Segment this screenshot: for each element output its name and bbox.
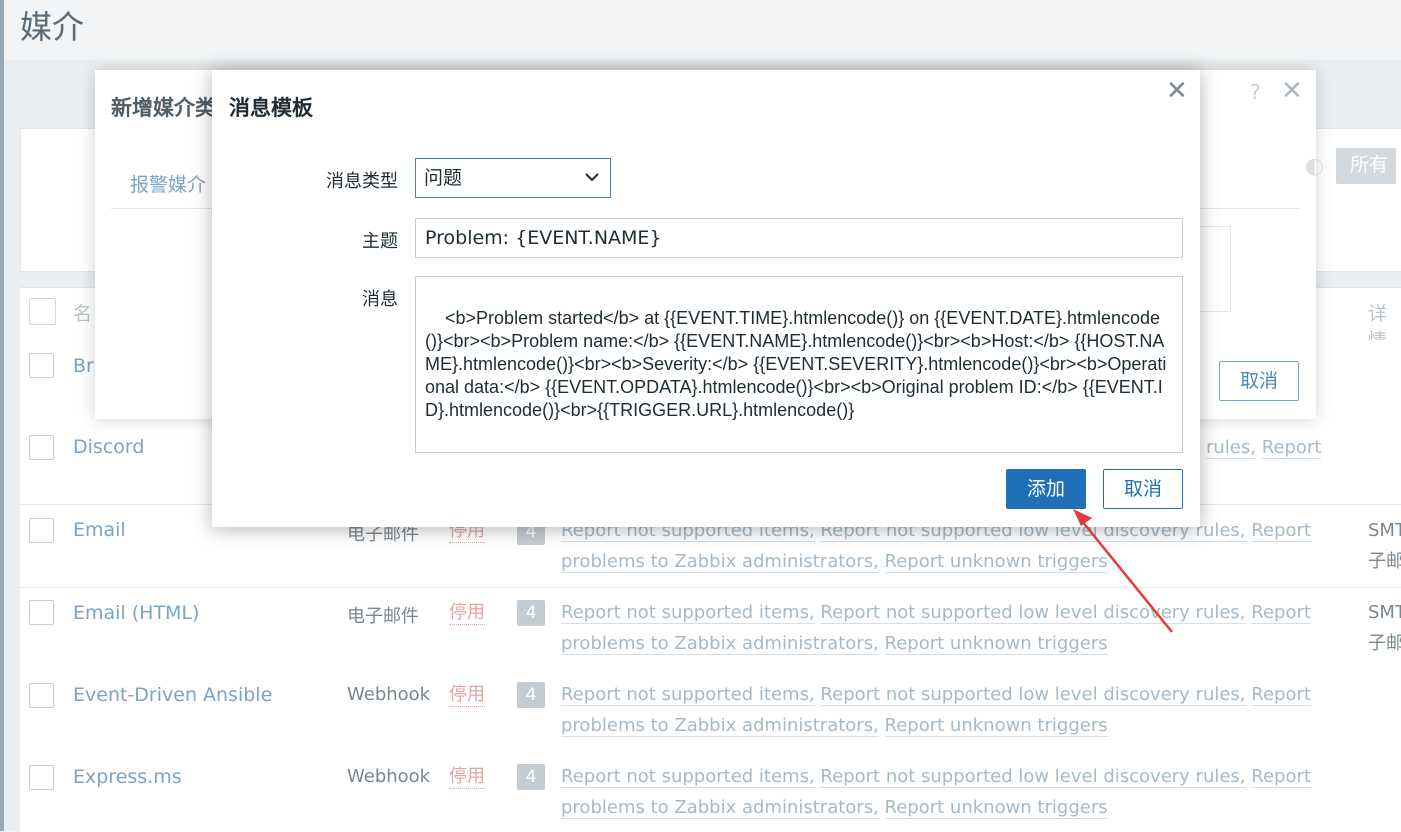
add-button[interactable]: 添加 — [1006, 469, 1086, 509]
chevron-down-icon — [584, 159, 600, 211]
action-link[interactable]: Report not supported low level discovery… — [820, 766, 1246, 788]
action-link[interactable]: Report — [1251, 520, 1311, 542]
action-link[interactable]: rules, — [1206, 437, 1256, 459]
row-status-link[interactable]: 停用 — [449, 684, 485, 707]
row-name-link[interactable]: Br — [73, 355, 94, 377]
row-detail-line: 子邮 — [1368, 551, 1401, 572]
row-detail-line: 子邮 — [1368, 633, 1401, 654]
row-action-count: 4 — [517, 682, 545, 708]
row-name-link[interactable]: Discord — [73, 436, 144, 458]
row-name-link[interactable]: Email (HTML) — [73, 602, 199, 624]
close-icon[interactable]: ✕ — [1281, 76, 1303, 106]
message-label: 消息 — [362, 289, 398, 310]
action-link[interactable]: Report — [1251, 684, 1311, 706]
subject-label: 主题 — [362, 231, 398, 252]
row-checkbox[interactable] — [29, 353, 54, 378]
row-action-count: 4 — [517, 764, 545, 790]
help-icon[interactable]: ? — [1250, 80, 1261, 104]
action-link[interactable]: Report unknown triggers — [884, 797, 1108, 819]
page-title: 媒介 — [20, 8, 85, 46]
column-header-name[interactable]: 名 — [73, 299, 92, 326]
action-link[interactable]: problems to Zabbix administrators, — [561, 633, 879, 655]
row-actions: Report not supported items, Report not s… — [561, 597, 1321, 659]
row-checkbox[interactable] — [29, 765, 54, 790]
new-media-type-dialog-title: 新增媒介类 — [111, 96, 216, 120]
action-link[interactable]: Report unknown triggers — [884, 715, 1108, 737]
row-actions: Report not supported items, Report not s… — [561, 761, 1321, 823]
action-link[interactable]: Report — [1251, 602, 1311, 624]
action-link[interactable]: problems to Zabbix administrators, — [561, 551, 879, 573]
row-detail: SMT 子邮 — [1368, 597, 1401, 659]
row-checkbox[interactable] — [29, 435, 54, 460]
row-detail-line: SMT — [1368, 520, 1401, 541]
row-status-link[interactable]: 停用 — [449, 766, 485, 789]
table-row: Event-Driven Ansible Webhook 停用 4 Report… — [20, 670, 1401, 753]
tab-media-type[interactable]: 报警媒介 — [130, 170, 206, 197]
message-type-label: 消息类型 — [326, 171, 398, 192]
row-checkbox[interactable] — [29, 683, 54, 708]
subject-input[interactable]: Problem: {EVENT.NAME} — [415, 218, 1183, 258]
row-status-link[interactable]: 停用 — [449, 602, 485, 625]
action-link[interactable]: problems to Zabbix administrators, — [561, 797, 879, 819]
row-detail: SMT 子邮 — [1368, 515, 1401, 577]
close-icon[interactable]: ✕ — [1166, 76, 1188, 106]
action-link[interactable]: Report — [1251, 766, 1311, 788]
radio-toggle-icon[interactable]: ◐ — [1305, 154, 1324, 179]
action-link[interactable]: Report not supported items, — [561, 684, 815, 706]
message-type-select[interactable]: 问题 — [415, 158, 611, 198]
row-actions: Report not supported items, Report not s… — [561, 679, 1321, 741]
select-all-checkbox[interactable] — [29, 298, 56, 325]
row-name-link[interactable]: Express.ms — [73, 766, 182, 788]
row-checkbox[interactable] — [29, 600, 54, 625]
message-text: <b>Problem started</b> at {{EVENT.TIME}.… — [425, 308, 1167, 420]
action-link[interactable]: problems to Zabbix administrators, — [561, 715, 879, 737]
back-dialog-cancel-button[interactable]: 取消 — [1219, 361, 1299, 401]
table-row: Express.ms Webhook 停用 4 Report not suppo… — [20, 752, 1401, 831]
row-type: Webhook — [347, 766, 431, 787]
table-row: Email (HTML) 电子邮件 停用 4 Report not suppor… — [20, 588, 1401, 671]
action-link[interactable]: Report unknown triggers — [884, 633, 1108, 655]
action-link[interactable]: Report — [1261, 437, 1322, 459]
row-type: Webhook — [347, 684, 431, 705]
row-type: 电子邮件 — [347, 606, 419, 627]
action-link[interactable]: Report not supported items, — [561, 602, 815, 624]
action-link[interactable]: Report not supported low level discovery… — [820, 684, 1246, 706]
row-checkbox[interactable] — [29, 518, 54, 543]
action-link[interactable]: Report not supported low level discovery… — [820, 602, 1246, 624]
action-link[interactable]: Report not supported items, — [561, 766, 815, 788]
row-actions: rules, Report — [1206, 432, 1326, 463]
row-name-link[interactable]: Email — [73, 519, 126, 541]
all-button[interactable]: 所有 — [1336, 148, 1396, 184]
action-link[interactable]: Report unknown triggers — [884, 551, 1108, 573]
row-action-count: 4 — [517, 600, 545, 626]
message-template-dialog: 消息模板 ✕ 消息类型 问题 主题 Problem: {EVENT.NAME} … — [212, 70, 1200, 527]
row-detail-line: SMT — [1368, 602, 1401, 623]
message-textarea[interactable]: <b>Problem started</b> at {{EVENT.TIME}.… — [415, 276, 1183, 503]
dialog-title: 消息模板 — [229, 96, 313, 120]
cancel-button[interactable]: 取消 — [1103, 469, 1183, 509]
row-name-link[interactable]: Event-Driven Ansible — [73, 684, 272, 706]
message-type-value: 问题 — [424, 167, 463, 189]
resize-handle-icon[interactable] — [1170, 440, 1180, 503]
